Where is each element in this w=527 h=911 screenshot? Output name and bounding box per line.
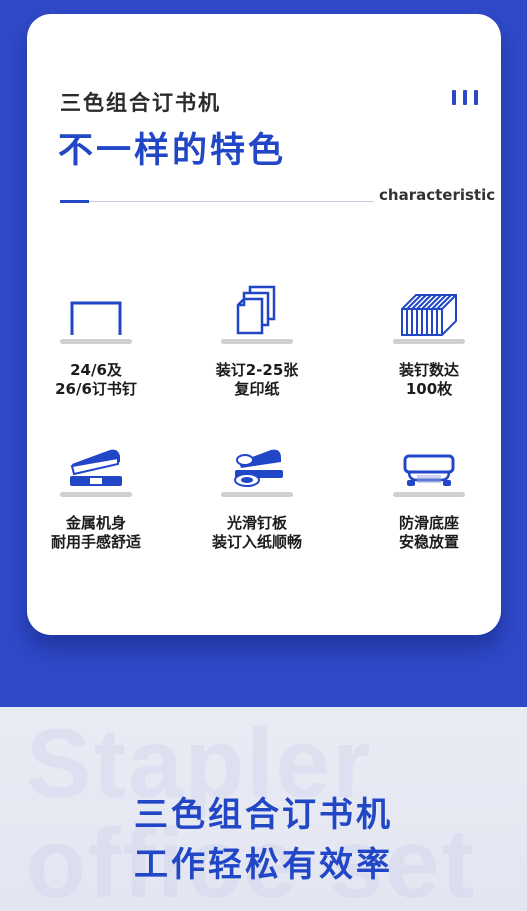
feature-line1: 装钉数达: [398, 361, 459, 379]
title-divider: [89, 201, 374, 202]
title-underline-accent: [60, 200, 89, 203]
icon-shadow: [221, 339, 293, 344]
feature-item: 装钉数达 100枚: [354, 279, 504, 399]
feature-line1: 光滑钉板: [226, 514, 287, 532]
feature-line1: 装订2-25张: [215, 361, 299, 379]
feature-line2: 安稳放置: [398, 533, 459, 551]
feature-item: 24/6及 26/6订书钉: [21, 279, 171, 399]
feature-line1: 24/6及: [70, 361, 122, 379]
feature-card: 三色组合订书机 不一样的特色 characteristic 24/6及 26/6…: [27, 14, 501, 635]
product-subtitle: 三色组合订书机: [60, 91, 221, 115]
icon-shadow: [393, 339, 465, 344]
feature-line1: 防滑底座: [398, 514, 459, 532]
icon-shadow: [60, 492, 132, 497]
feature-item: 防滑底座 安稳放置: [354, 432, 504, 552]
staple-icon: [70, 301, 122, 335]
english-label: characteristic: [379, 186, 496, 204]
feature-item: 光滑钉板 装订入纸顺畅: [182, 432, 332, 552]
bottom-banner: Stapler office set 三色组合订书机 工作轻松有效率: [0, 707, 527, 911]
icon-shadow: [221, 492, 293, 497]
staple-strip-icon: [401, 294, 457, 336]
menu-bars-icon: [452, 90, 478, 105]
feature-item: 装订2-25张 复印纸: [182, 279, 332, 399]
stapler-body-icon: [70, 449, 122, 486]
feature-line2: 装订入纸顺畅: [211, 533, 302, 551]
feature-line2: 26/6订书钉: [55, 380, 137, 398]
feature-line1: 金属机身: [65, 514, 126, 532]
feature-line2: 复印纸: [234, 380, 280, 398]
feature-line2: 100枚: [405, 380, 453, 398]
banner-line2: 工作轻松有效率: [134, 845, 393, 885]
non-slip-base-icon: [403, 454, 455, 486]
icon-shadow: [60, 339, 132, 344]
stapler-anvil-icon: [234, 449, 283, 487]
banner-line1: 三色组合订书机: [134, 795, 393, 835]
icon-shadow: [393, 492, 465, 497]
feature-line2: 耐用手感舒适: [50, 533, 141, 551]
paper-stack-icon: [236, 285, 276, 335]
feature-item: 金属机身 耐用手感舒适: [21, 432, 171, 552]
section-title: 不一样的特色: [58, 131, 287, 171]
